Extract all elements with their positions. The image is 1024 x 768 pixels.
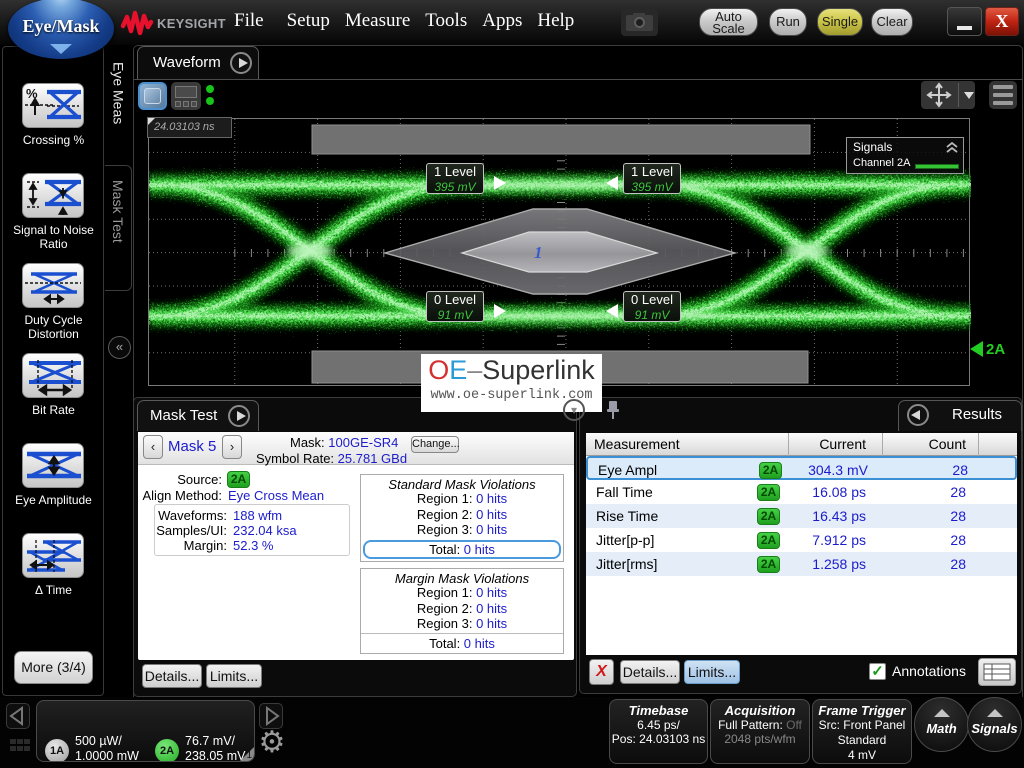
- svg-text:KEYSIGHT: KEYSIGHT: [157, 16, 226, 31]
- svg-text:%: %: [26, 86, 38, 101]
- svg-text:1: 1: [534, 243, 543, 262]
